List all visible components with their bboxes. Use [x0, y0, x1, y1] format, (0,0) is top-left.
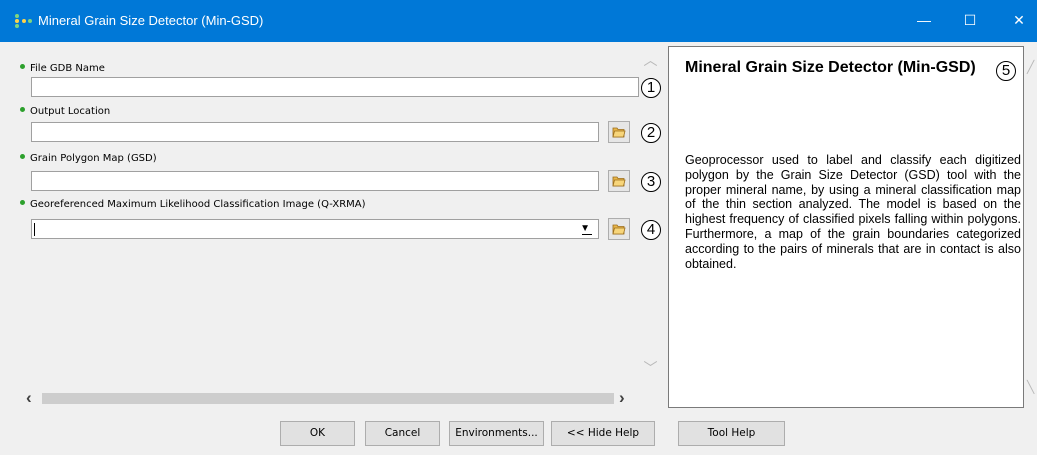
scroll-up-icon[interactable]: ︿	[643, 53, 658, 67]
close-button[interactable]: ✕	[1009, 10, 1029, 30]
grain-polygon-map-browse-button[interactable]	[608, 170, 630, 192]
help-title: Mineral Grain Size Detector (Min-GSD)	[685, 59, 976, 76]
title-bar: Mineral Grain Size Detector (Min-GSD) — …	[0, 0, 1037, 42]
classification-image-dropdown[interactable]: ▼	[31, 219, 599, 239]
scroll-down-icon[interactable]: ╲	[1027, 380, 1034, 394]
tool-help-button[interactable]: Tool Help	[678, 421, 785, 446]
required-dot-icon	[20, 107, 25, 112]
help-panel: Mineral Grain Size Detector (Min-GSD) 5 …	[668, 46, 1024, 408]
parameters-horizontal-scrollbar[interactable]: ‹ ›	[22, 388, 640, 408]
output-location-input[interactable]	[31, 122, 599, 142]
minimize-button[interactable]: —	[914, 10, 934, 30]
dropdown-underline	[582, 234, 592, 235]
parameters-panel: File GDB Name 1 Output Location 2 Grain …	[10, 46, 666, 410]
folder-open-icon	[612, 176, 626, 187]
environments-button[interactable]: Environments...	[449, 421, 544, 446]
scroll-right-icon[interactable]: ›	[619, 388, 625, 408]
scroll-up-icon[interactable]: ╱	[1027, 60, 1034, 74]
help-description: Geoprocessor used to label and classify …	[685, 153, 1021, 271]
text-caret	[34, 223, 35, 236]
folder-open-icon	[612, 127, 626, 138]
cancel-button[interactable]: Cancel	[365, 421, 440, 446]
horizontal-scroll-thumb[interactable]	[42, 393, 614, 404]
grain-polygon-map-input[interactable]	[31, 171, 599, 191]
ok-button[interactable]: OK	[280, 421, 355, 446]
required-dot-icon	[20, 64, 25, 69]
output-location-browse-button[interactable]	[608, 121, 630, 143]
classification-image-browse-button[interactable]	[608, 218, 630, 240]
help-vertical-scrollbar[interactable]: ╱ ╲	[1027, 46, 1037, 410]
param-output-location-label: Output Location	[20, 106, 110, 117]
file-gdb-name-input[interactable]	[31, 77, 639, 97]
dialog-button-bar: OK Cancel Environments... << Hide Help T…	[0, 410, 1037, 455]
param-file-gdb-name-label: File GDB Name	[20, 63, 105, 74]
parameters-vertical-scrollbar[interactable]: ︿ ﹀	[642, 46, 659, 386]
hide-help-button[interactable]: << Hide Help	[551, 421, 655, 446]
window-title: Mineral Grain Size Detector (Min-GSD)	[38, 13, 264, 28]
scroll-left-icon[interactable]: ‹	[26, 388, 32, 408]
param-classification-image-label: Georeferenced Maximum Likelihood Classif…	[20, 199, 366, 210]
required-dot-icon	[20, 200, 25, 205]
scroll-down-icon[interactable]: ﹀	[643, 361, 658, 375]
marker-5: 5	[996, 61, 1016, 81]
maximize-button[interactable]: ☐	[960, 10, 980, 30]
param-grain-polygon-map-label: Grain Polygon Map (GSD)	[20, 153, 157, 164]
model-tool-icon	[15, 14, 32, 28]
chevron-down-icon[interactable]: ▼	[580, 223, 590, 234]
required-dot-icon	[20, 154, 25, 159]
folder-open-icon	[612, 224, 626, 235]
